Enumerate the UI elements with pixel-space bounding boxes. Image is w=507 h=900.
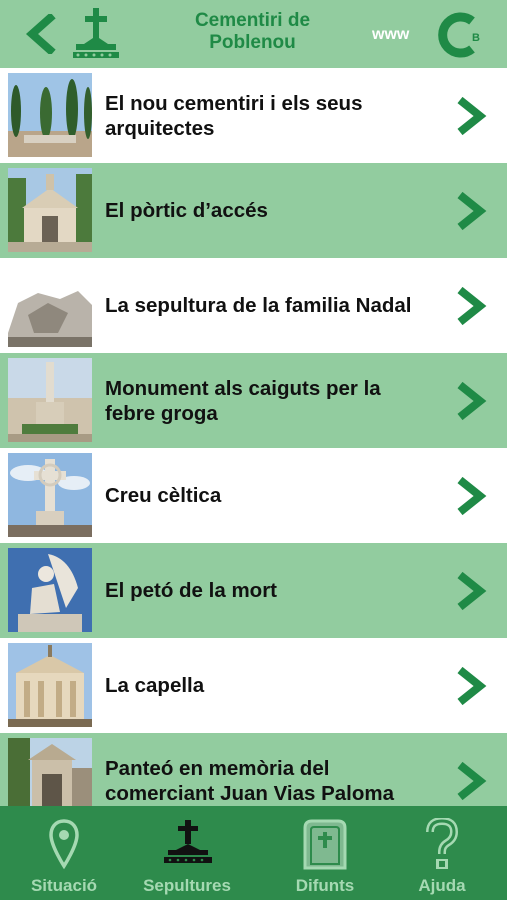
title-line-1: Cementiri de [194, 10, 311, 31]
sepultures-list: El nou cementiri i els seus arquitectes … [0, 68, 507, 806]
chapel-photo [8, 643, 92, 727]
angel-statue-photo [8, 548, 92, 632]
list-item[interactable]: El pòrtic d’accés [0, 163, 507, 258]
list-item-label: El pòrtic d’accés [105, 199, 268, 222]
chevron-right-icon[interactable] [454, 381, 488, 421]
app-header: Cementiri de Poblenou www B [0, 0, 507, 68]
tab-label: Sepultures [143, 876, 231, 895]
list-item-label: Creu cèltica [105, 484, 222, 507]
tombstone-icon [303, 819, 347, 870]
title-line-2: Poblenou [209, 32, 296, 53]
portico-photo [8, 168, 92, 252]
list-item-label: Monument als caiguts per la febre groga [105, 376, 381, 425]
cypress-trees-photo [8, 73, 92, 157]
list-item-label: Panteó en memòria del comerciant Juan Vi… [105, 756, 395, 805]
tab-sepultures[interactable]: Sepultures [128, 806, 246, 900]
list-item[interactable]: La capella [0, 638, 507, 733]
list-item-label: El nou cementiri i els seus arquitectes [105, 91, 363, 140]
list-item[interactable]: La sepultura de la familia Nadal [0, 258, 507, 353]
list-item-label: El petó de la mort [105, 579, 277, 602]
list-item[interactable]: Monument als caiguts per la febre groga [0, 353, 507, 448]
tab-situacio[interactable]: Situació [0, 806, 128, 900]
brand-mark: B [472, 32, 480, 44]
list-item-label: La sepultura de la familia Nadal [105, 294, 412, 317]
sculpture-photo [8, 263, 92, 347]
tab-label: Difunts [295, 876, 355, 895]
chevron-right-icon[interactable] [454, 666, 488, 706]
map-pin-icon [49, 819, 79, 870]
back-chevron-icon[interactable] [22, 14, 56, 54]
www-link[interactable]: www [372, 26, 409, 44]
tab-ajuda[interactable]: Ajuda [384, 806, 500, 900]
chevron-right-icon[interactable] [454, 96, 488, 136]
tab-difunts[interactable]: Difunts [266, 806, 384, 900]
chevron-right-icon[interactable] [454, 191, 488, 231]
list-item[interactable]: Panteó en memòria del comerciant Juan Vi… [0, 733, 507, 806]
list-item[interactable]: Creu cèltica [0, 448, 507, 543]
pantheon-photo [8, 738, 92, 806]
cemetery-logo-icon [73, 8, 119, 58]
bottom-tab-bar: Situació Sepultures Difunts Ajuda [0, 806, 507, 900]
chevron-right-icon[interactable] [454, 286, 488, 326]
page-title: Cementiri de Poblenou [170, 10, 335, 54]
tab-label: Situació [30, 876, 98, 895]
monument-photo [8, 358, 92, 442]
celtic-cross-photo [8, 453, 92, 537]
list-item-label: La capella [105, 674, 205, 697]
question-mark-icon [426, 818, 459, 869]
brand-logo-icon[interactable]: B [432, 11, 484, 59]
list-item[interactable]: El petó de la mort [0, 543, 507, 638]
chevron-right-icon[interactable] [454, 571, 488, 611]
tab-label: Ajuda [418, 876, 466, 895]
chevron-right-icon[interactable] [454, 761, 488, 801]
list-item[interactable]: El nou cementiri i els seus arquitectes [0, 68, 507, 163]
chevron-right-icon[interactable] [454, 476, 488, 516]
grave-cross-icon [164, 820, 212, 863]
